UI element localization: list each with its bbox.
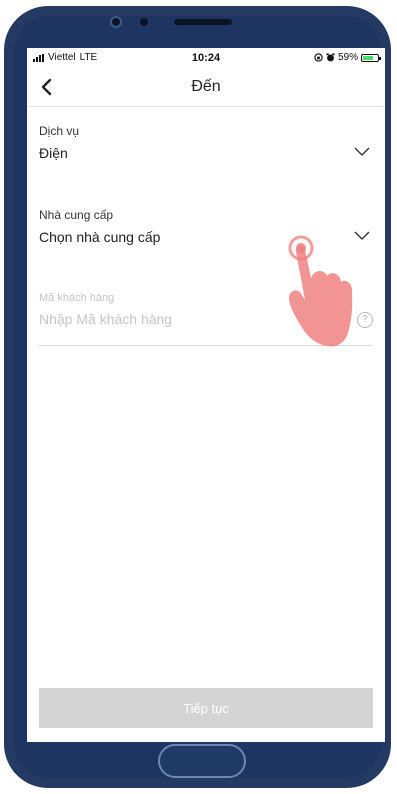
app-screen: Viettel LTE 10:24 59% Đến Dịch vụ Điện N…: [27, 48, 385, 742]
status-bar: Viettel LTE 10:24 59%: [27, 48, 385, 68]
rotation-lock-icon: [314, 53, 323, 62]
front-camera: [110, 16, 122, 28]
battery-percent: 59%: [337, 52, 358, 63]
question-circle-icon[interactable]: ?: [357, 312, 373, 328]
battery-icon: [361, 53, 381, 62]
proximity-sensor: [140, 18, 148, 26]
service-label: Dịch vụ: [39, 124, 80, 138]
home-button[interactable]: [158, 744, 246, 778]
chevron-down-icon[interactable]: [353, 146, 371, 158]
continue-button[interactable]: Tiếp tục: [39, 688, 373, 728]
service-value: Điện: [39, 145, 68, 161]
service-selector[interactable]: Dịch vụ Điện: [39, 124, 373, 161]
status-right: 59%: [314, 52, 381, 63]
nav-bar: Đến: [27, 68, 385, 107]
battery-level: [363, 55, 373, 60]
alarm-icon: [326, 53, 335, 62]
earpiece-speaker: [174, 19, 232, 25]
page-title: Đến: [191, 78, 221, 95]
tap-hand-icon: [288, 235, 353, 347]
provider-label: Nhà cung cấp: [39, 208, 114, 222]
